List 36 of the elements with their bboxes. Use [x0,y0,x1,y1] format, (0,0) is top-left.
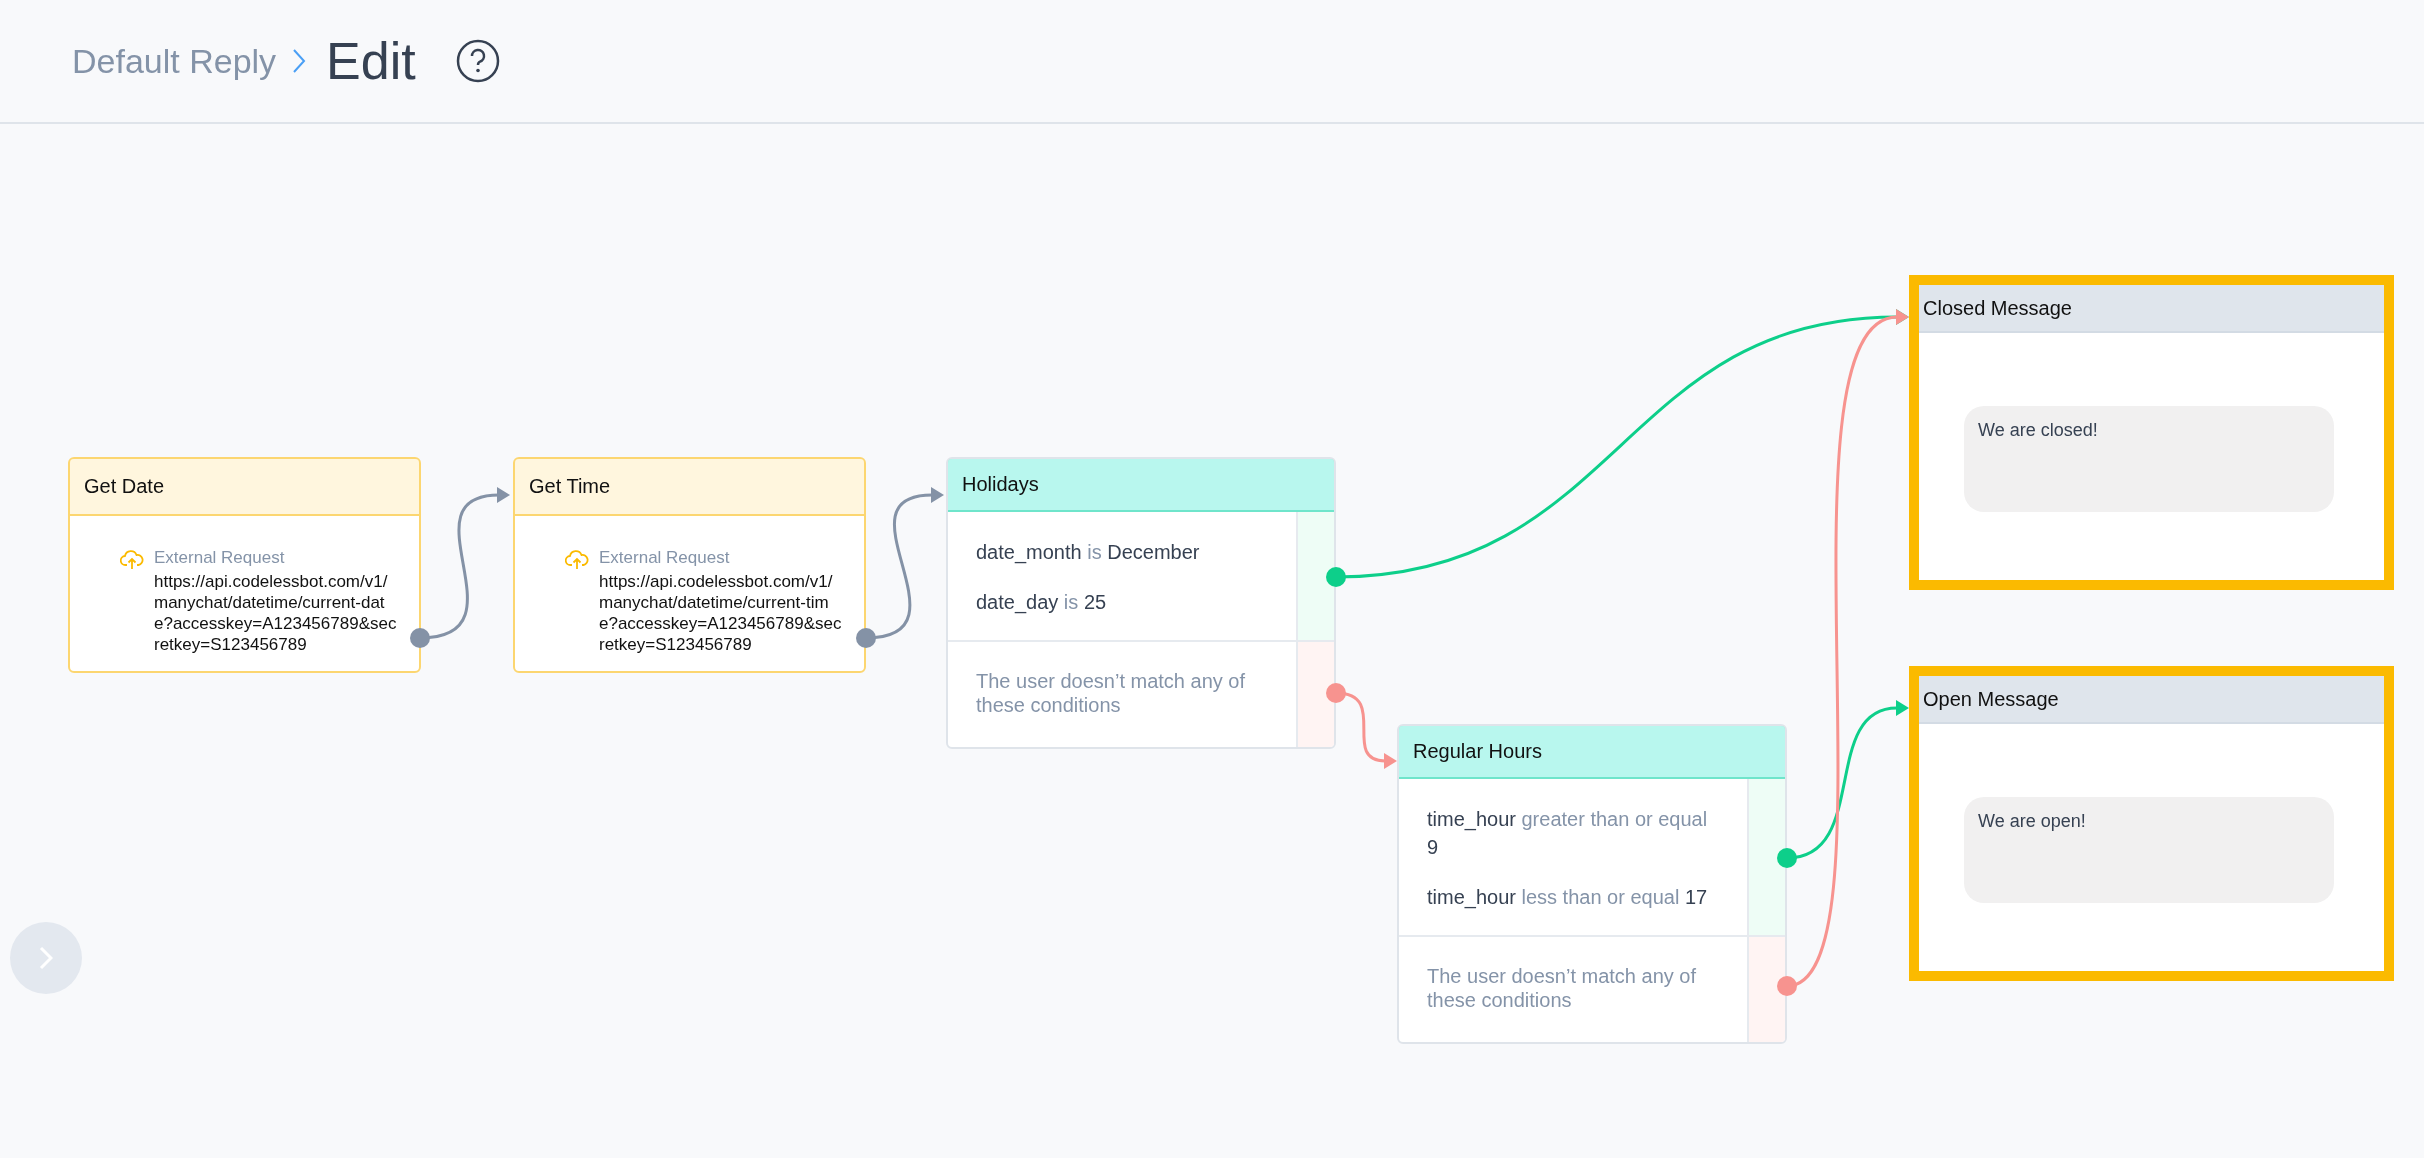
cloud-upload-icon [565,548,589,570]
message-node[interactable]: Open Message We are open! [1909,666,2394,981]
fallback-condition: The user doesn’t match any of these conditions [975,669,1247,718]
action-label: External Request [154,548,286,568]
action-label: External Request [599,548,731,568]
output-port[interactable] [1777,976,1797,996]
node-title: Get Time [515,459,864,516]
request-url: https://api.codelessbot.com/v1/manychat/datetime/current-time?accesskey=A123456789&secretkey=S123456789 [599,571,843,655]
message-bubble: We are closed! [1964,406,2334,512]
message-bubble: We are open! [1964,797,2334,903]
condition-rule: date_month is December [976,540,1201,566]
node-title: Closed Message [1919,285,2384,333]
condition-rule: time_hour greater than or equal 9 [1427,807,1709,860]
node-title: Open Message [1919,676,2384,724]
output-port[interactable] [410,628,430,648]
output-port[interactable] [1326,683,1346,703]
help-icon[interactable] [455,39,500,83]
output-port[interactable] [856,628,876,648]
fallback-condition: The user doesn’t match any of these conditions [1426,964,1698,1013]
page-title: Edit [326,35,416,87]
node-title: Holidays [948,459,1334,512]
node-title: Regular Hours [1399,726,1785,779]
chevron-right-icon [39,946,53,970]
request-node[interactable]: Get Time External Request https://api.codelessbot.com/v1/manychat/datetime/current-time?accesskey=A123456789&secretkey=S123456789 [513,457,866,673]
request-url: https://api.codelessbot.com/v1/manychat/datetime/current-date?accesskey=A123456789&secretkey=S123456789 [154,571,398,655]
request-node[interactable]: Get Date External Request https://api.codelessbot.com/v1/manychat/datetime/current-date?accesskey=A123456789&secretkey=S123456789 [68,457,421,673]
message-node[interactable]: Closed Message We are closed! [1909,275,2394,590]
condition-rule: date_day is 25 [976,590,1108,616]
output-port[interactable] [1777,848,1797,868]
condition-rule: time_hour less than or equal 17 [1427,885,1709,911]
condition-node[interactable]: Regular Hours time_hour greater than or equal 9 time_hour less than or equal 17 The user doesn’t match any of these conditions [1397,724,1787,1044]
cloud-upload-icon [120,548,144,570]
chevron-right-icon [292,48,307,74]
condition-node[interactable]: Holidays date_month is December date_day is 25 The user doesn’t match any of these conditions [946,457,1336,749]
node-title: Get Date [70,459,419,516]
output-port[interactable] [1326,567,1346,587]
